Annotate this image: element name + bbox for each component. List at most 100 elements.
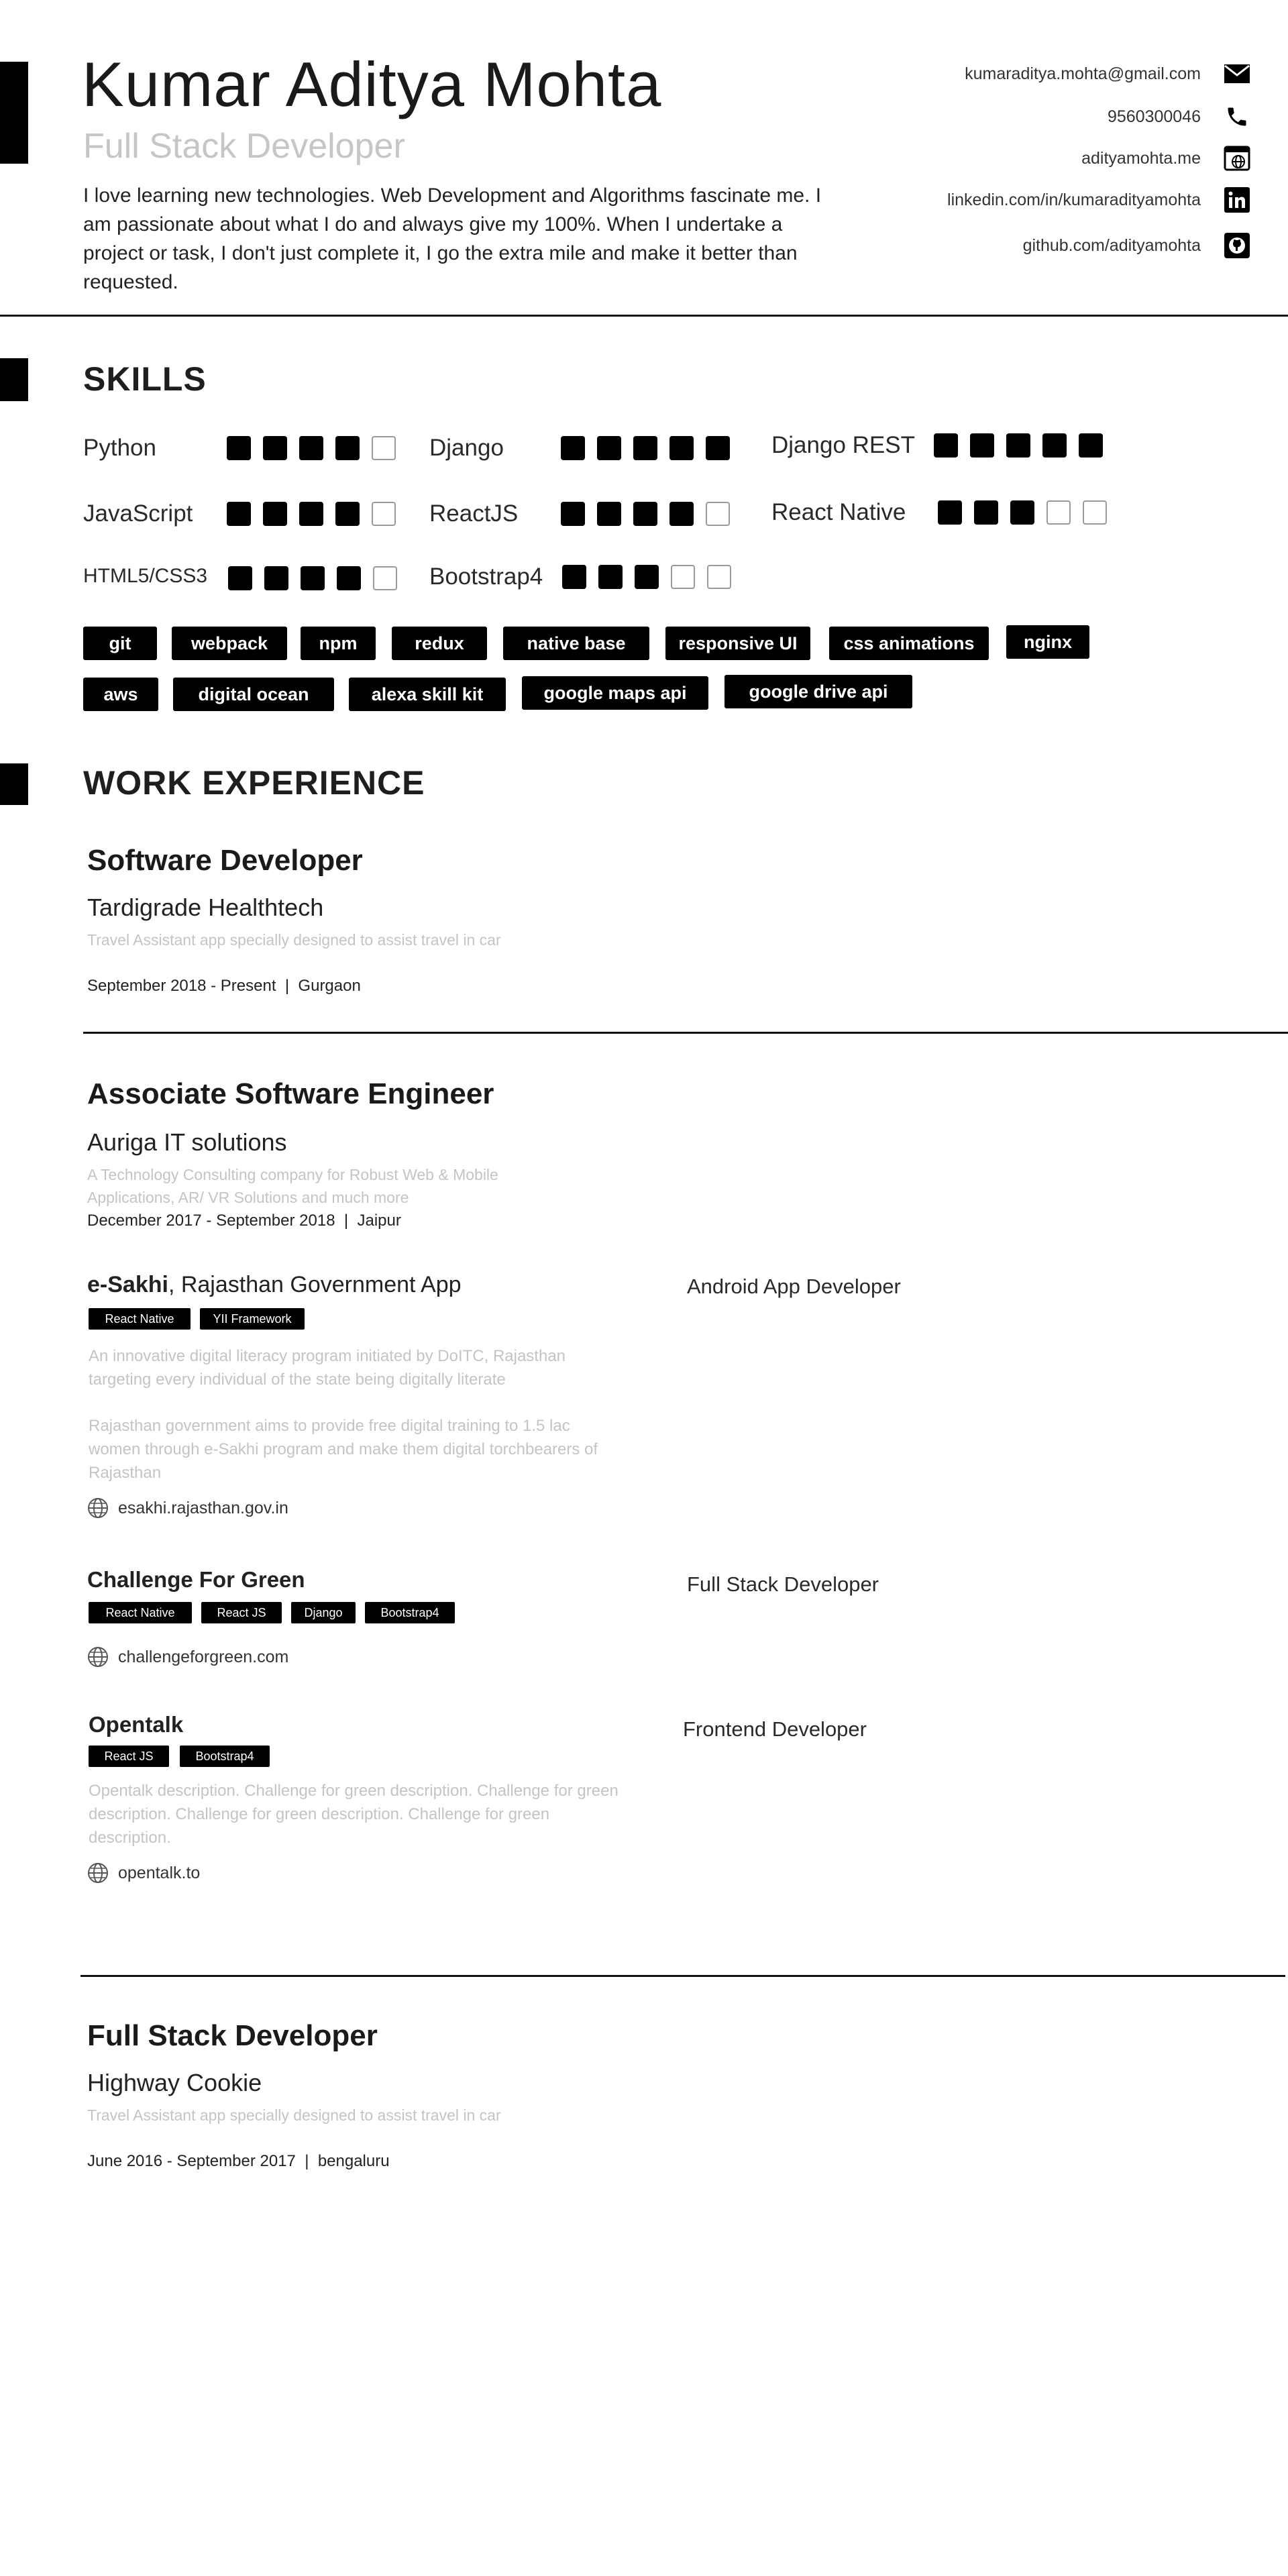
job-title: Software Developer bbox=[87, 844, 363, 877]
meta-separator: | bbox=[339, 1212, 358, 1230]
rating-dot-filled bbox=[974, 500, 998, 525]
skill-tag: css animations bbox=[829, 627, 989, 660]
project-title: e-Sakhi bbox=[87, 1272, 168, 1297]
work-accent-bar bbox=[0, 763, 28, 805]
job-title: Associate Software Engineer bbox=[87, 1077, 494, 1110]
rating-dot-filled bbox=[335, 436, 360, 460]
job-meta: September 2018 - Present | Gurgaon bbox=[87, 977, 361, 996]
skill-tag: digital ocean bbox=[173, 678, 334, 711]
mail-icon bbox=[1224, 60, 1250, 87]
project-link-text[interactable]: opentalk.to bbox=[118, 1864, 200, 1883]
job-divider bbox=[80, 1975, 1285, 1977]
skill-tag: git bbox=[83, 627, 157, 660]
project-tag: Django bbox=[291, 1602, 356, 1623]
job-location: bengaluru bbox=[317, 2152, 390, 2170]
rating-dot-empty bbox=[372, 436, 396, 460]
skill-item: HTML5/CSS3 bbox=[83, 565, 207, 588]
contact-website[interactable]: adityamohta.me bbox=[1081, 145, 1250, 172]
skill-rating bbox=[934, 433, 1103, 458]
project-name: e-Sakhi, Rajasthan Government App bbox=[87, 1272, 462, 1298]
project-link-text[interactable]: challengeforgreen.com bbox=[118, 1648, 288, 1667]
rating-dot-filled bbox=[938, 500, 962, 525]
website-icon bbox=[1224, 145, 1250, 172]
skill-item: JavaScript bbox=[83, 500, 193, 527]
project-link[interactable]: esakhi.rajasthan.gov.in bbox=[87, 1497, 288, 1519]
rating-dot-filled bbox=[633, 502, 657, 526]
contact-linkedin[interactable]: linkedin.com/in/kumaradityamohta bbox=[947, 186, 1250, 213]
project-tag: Bootstrap4 bbox=[365, 1602, 455, 1623]
contact-phone[interactable]: 9560300046 bbox=[1108, 103, 1250, 130]
skill-name: ReactJS bbox=[429, 500, 519, 527]
contact-email[interactable]: kumaraditya.mohta@gmail.com bbox=[965, 60, 1250, 87]
skill-name: JavaScript bbox=[83, 500, 193, 527]
job-location: Gurgaon bbox=[298, 977, 361, 995]
skill-name: HTML5/CSS3 bbox=[83, 565, 208, 587]
contact-github-text[interactable]: github.com/adityamohta bbox=[1023, 236, 1201, 256]
phone-icon bbox=[1224, 103, 1250, 130]
skill-rating bbox=[228, 566, 397, 590]
skills-accent-bar bbox=[0, 358, 28, 401]
rating-dot-filled bbox=[263, 502, 287, 526]
contact-github[interactable]: github.com/adityamohta bbox=[1023, 232, 1250, 259]
contact-linkedin-text[interactable]: linkedin.com/in/kumaradityamohta bbox=[947, 191, 1201, 210]
rating-dot-filled bbox=[970, 433, 994, 458]
project-name: Challenge For Green bbox=[87, 1567, 305, 1593]
job-divider bbox=[83, 1032, 1288, 1034]
project-tag: React JS bbox=[89, 1746, 169, 1767]
job-dates: June 2016 - September 2017 bbox=[87, 2152, 296, 2170]
rating-dot-empty bbox=[372, 502, 396, 526]
skill-tag: redux bbox=[392, 627, 487, 660]
skill-rating bbox=[227, 436, 396, 460]
project-tag: YII Framework bbox=[200, 1308, 305, 1330]
skill-item: Python bbox=[83, 435, 156, 462]
job-dates: December 2017 - September 2018 bbox=[87, 1212, 335, 1230]
project-link[interactable]: challengeforgreen.com bbox=[87, 1646, 288, 1668]
skill-rating bbox=[561, 502, 730, 526]
rating-dot-filled bbox=[706, 436, 730, 460]
rating-dot-filled bbox=[301, 566, 325, 590]
skill-item: React Native bbox=[771, 499, 906, 526]
globe-icon bbox=[87, 1646, 109, 1668]
skill-rating bbox=[561, 436, 730, 460]
project-tag: Bootstrap4 bbox=[180, 1746, 270, 1767]
skill-name: Django bbox=[429, 435, 504, 461]
contact-email-text[interactable]: kumaraditya.mohta@gmail.com bbox=[965, 64, 1201, 84]
project-tag: React Native bbox=[89, 1308, 191, 1330]
rating-dot-filled bbox=[597, 436, 621, 460]
project-subtitle: , Rajasthan Government App bbox=[168, 1272, 462, 1297]
rating-dot-filled bbox=[1042, 433, 1067, 458]
rating-dot-filled bbox=[337, 566, 361, 590]
skill-item: Django REST bbox=[771, 432, 915, 459]
rating-dot-filled bbox=[228, 566, 252, 590]
project-role: Full Stack Developer bbox=[687, 1572, 879, 1596]
skill-item: ReactJS bbox=[429, 500, 518, 527]
job-title: Full Stack Developer bbox=[87, 2019, 378, 2052]
rating-dot-filled bbox=[299, 502, 323, 526]
project-link[interactable]: opentalk.to bbox=[87, 1862, 200, 1884]
rating-dot-empty bbox=[1083, 500, 1107, 525]
rating-dot-empty bbox=[373, 566, 397, 590]
skill-tag: google drive api bbox=[724, 675, 912, 708]
rating-dot-filled bbox=[562, 565, 586, 589]
rating-dot-empty bbox=[706, 502, 730, 526]
job-company: Auriga IT solutions bbox=[87, 1128, 287, 1156]
skill-item: Django bbox=[429, 435, 504, 462]
project-description: An innovative digital literacy program i… bbox=[89, 1347, 566, 1389]
project-link-text[interactable]: esakhi.rajasthan.gov.in bbox=[118, 1499, 288, 1518]
rating-dot-empty bbox=[1046, 500, 1071, 525]
work-experience-heading: WORK EXPERIENCE bbox=[83, 764, 425, 802]
contact-website-text[interactable]: adityamohta.me bbox=[1081, 149, 1201, 168]
rating-dot-filled bbox=[635, 565, 659, 589]
job-meta: December 2017 - September 2018 | Jaipur bbox=[87, 1212, 401, 1230]
skills-heading: SKILLS bbox=[83, 360, 207, 398]
skill-rating bbox=[938, 500, 1107, 525]
rating-dot-empty bbox=[707, 565, 731, 589]
header-divider bbox=[0, 315, 1288, 317]
rating-dot-filled bbox=[633, 436, 657, 460]
contact-phone-text[interactable]: 9560300046 bbox=[1108, 107, 1201, 127]
skill-tag: npm bbox=[301, 627, 376, 660]
skill-tag: responsive UI bbox=[665, 627, 810, 660]
job-location: Jaipur bbox=[357, 1212, 401, 1230]
rating-dot-filled bbox=[1079, 433, 1103, 458]
github-icon bbox=[1224, 232, 1250, 259]
